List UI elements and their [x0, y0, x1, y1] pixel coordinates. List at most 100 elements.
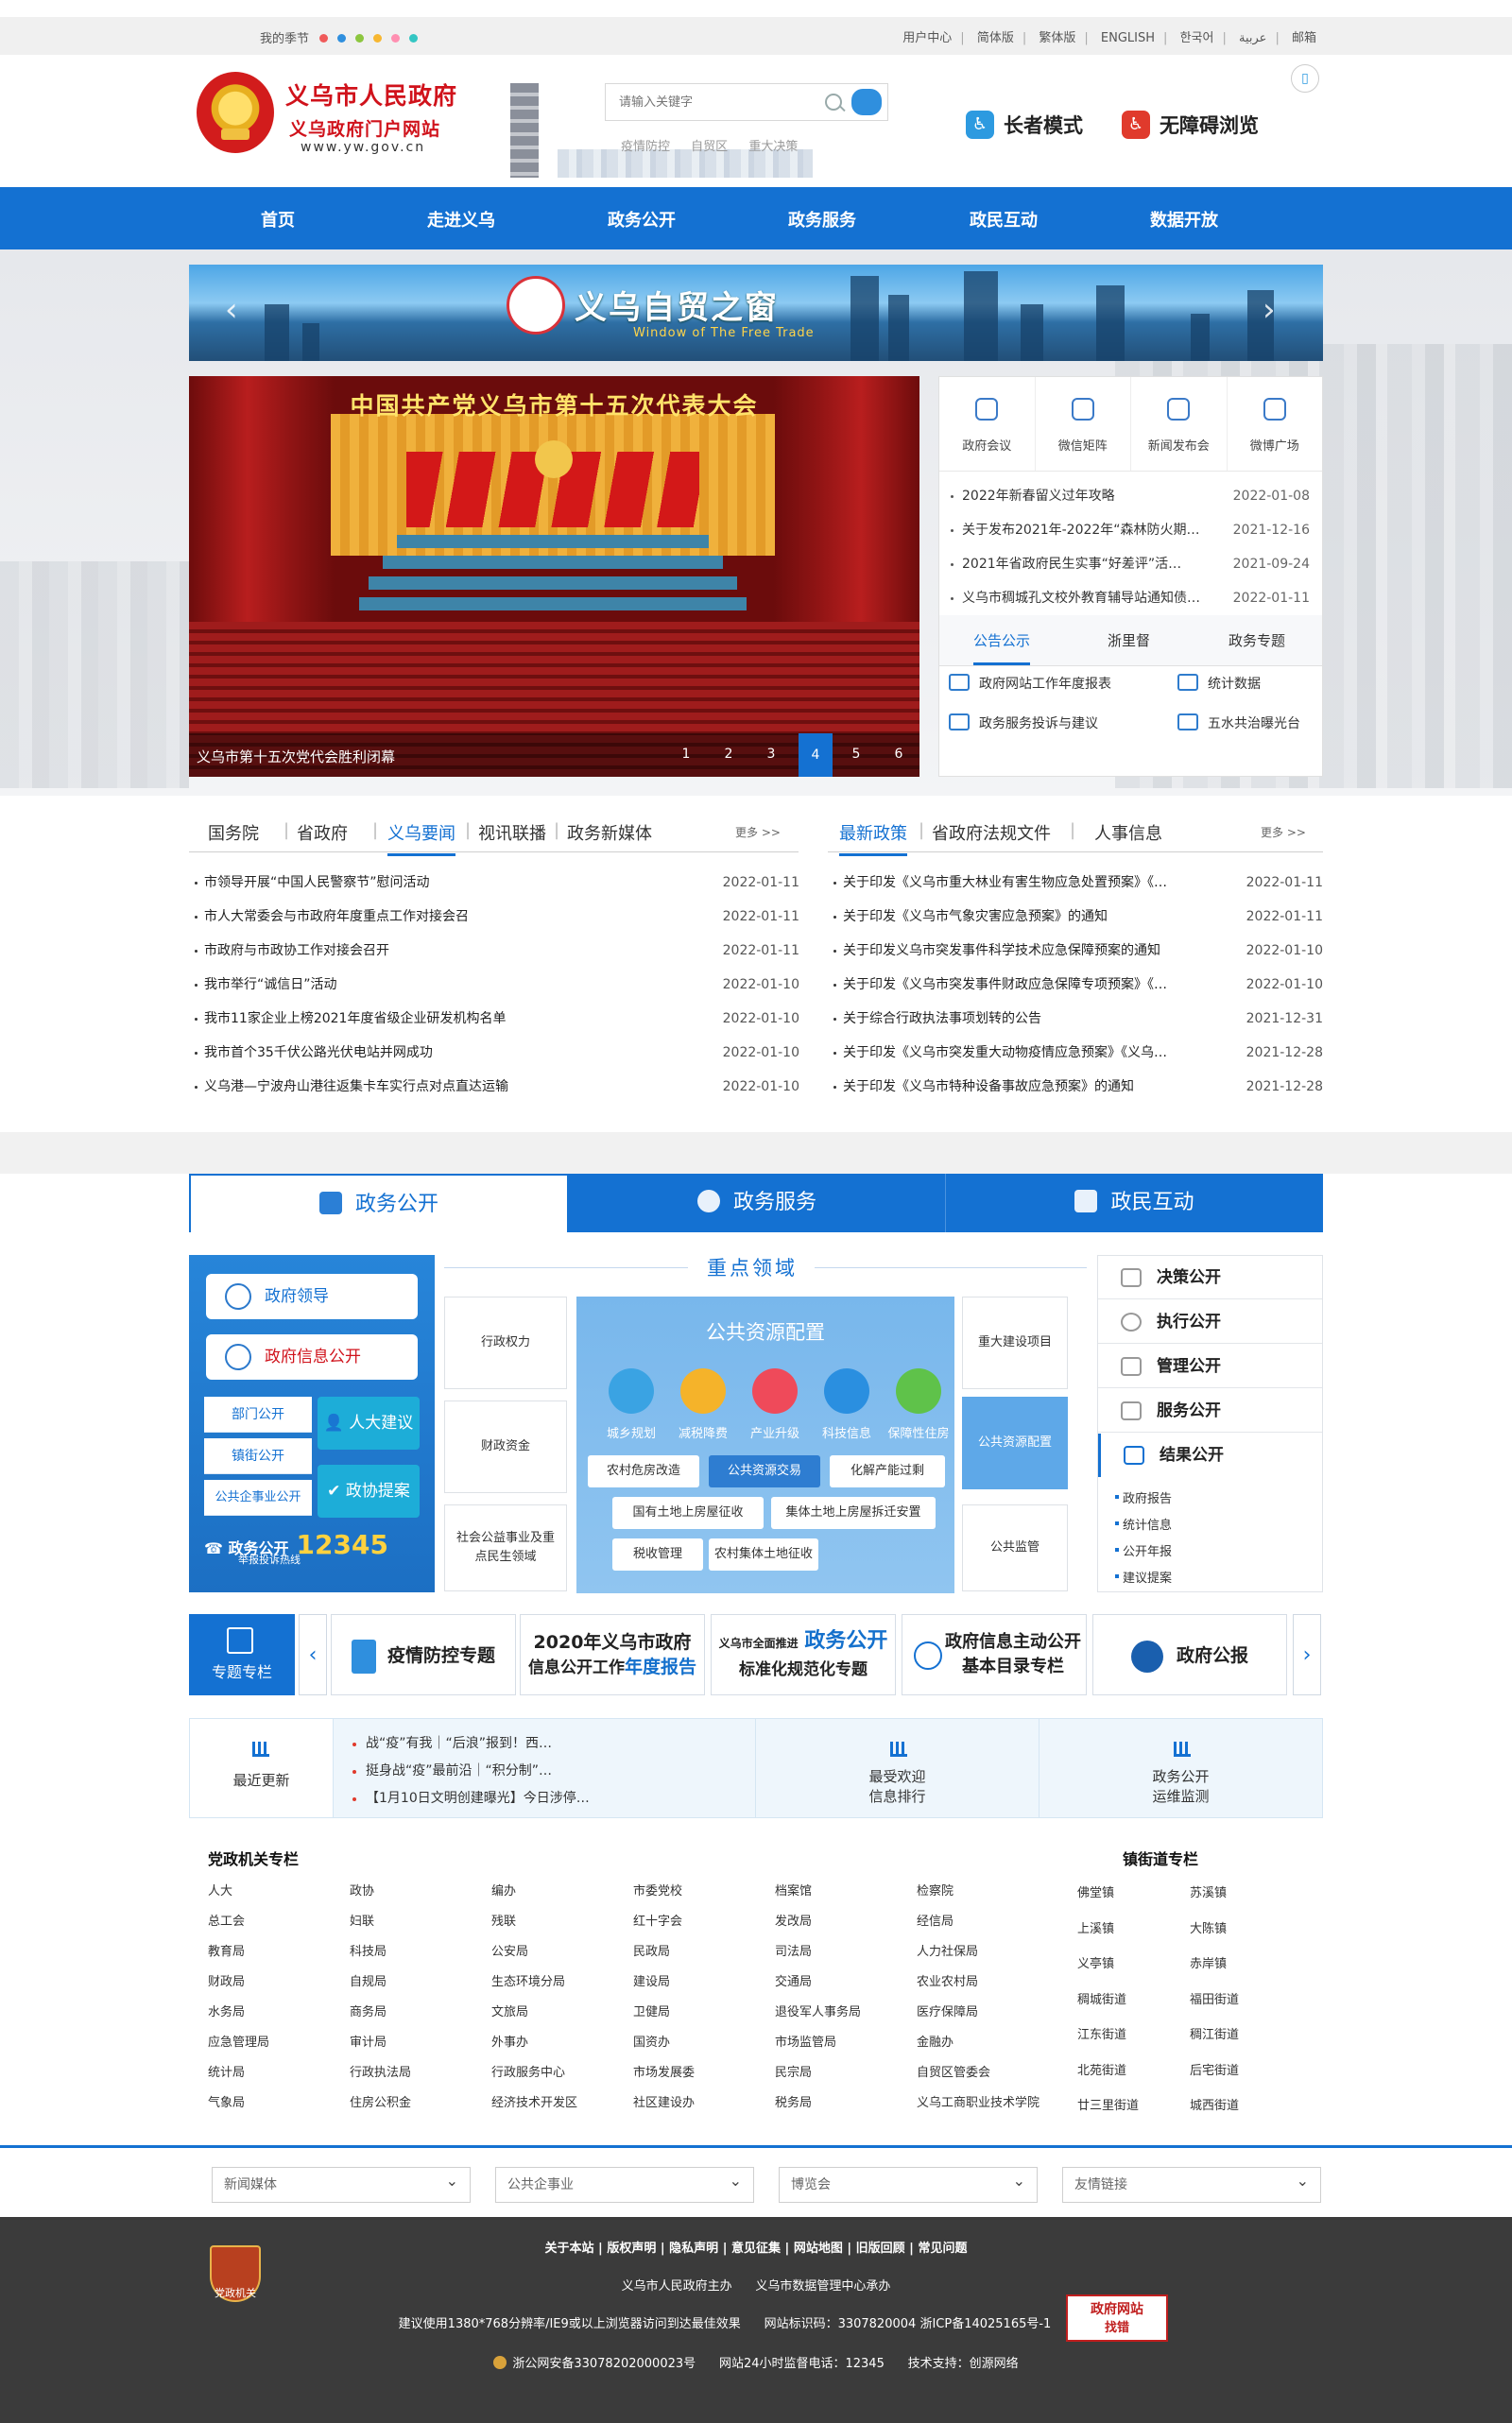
list-item[interactable]: 2022年新春留义过年攻略 2022-01-08 [951, 479, 1310, 513]
friend-links-select[interactable]: 友情链接 [1062, 2164, 1321, 2203]
party-org-link[interactable]: 妇联 [350, 1911, 374, 1929]
town-link[interactable]: 稠城街道 [1077, 1989, 1126, 2007]
tab-zhelidu[interactable]: 浙里督 [1108, 630, 1150, 650]
resource-circle-icon[interactable] [752, 1368, 798, 1414]
list-item[interactable]: 关于印发《义乌市突发事件财政应急保障专项预案》《… 2022-01-10 [833, 968, 1323, 1002]
town-link[interactable]: 大陈镇 [1190, 1918, 1227, 1936]
list-item[interactable]: 关于印发义乌市突发事件科学技术应急保障预案的通知 2022-01-10 [833, 934, 1323, 968]
headline-slideshow[interactable]: 中国共产党义乌市第十五次代表大会 义乌市第十五次党代会胜利闭幕 1 2 3 4 … [189, 376, 919, 777]
user-center-link[interactable]: 用户中心 [902, 31, 952, 45]
list-item[interactable]: 市领导开展“中国人民警察节”慰问活动 2022-01-11 [195, 866, 799, 900]
party-org-link[interactable]: 金融办 [917, 2032, 954, 2050]
season-dot[interactable] [373, 34, 382, 43]
gov-gazette-topic[interactable]: 政府公报 [1092, 1614, 1287, 1695]
hot-word[interactable]: 重大决策 [748, 140, 798, 154]
party-org-link[interactable]: 司法局 [775, 1941, 812, 1959]
party-org-link[interactable]: 水务局 [208, 2002, 245, 2019]
list-item[interactable]: 我市11家企业上榜2021年度省级企业研发机构名单 2022-01-10 [195, 1002, 799, 1036]
enterprise-public-button[interactable]: 公共企事业公开 [204, 1480, 312, 1516]
season-dot[interactable] [319, 34, 328, 43]
annual-report-topic[interactable]: 2020年义乌市政府 信息公开工作年度报告 [520, 1614, 705, 1695]
season-color-dots[interactable] [319, 32, 427, 46]
site-title[interactable]: 义乌市人民政府 [285, 77, 457, 112]
party-org-link[interactable]: 市场监管局 [775, 2032, 836, 2050]
tab-gov-open[interactable]: 政务公开 [189, 1174, 569, 1232]
nav-about-yiwu[interactable]: 走进义乌 [427, 207, 495, 232]
tab-latest-policy[interactable]: 最新政策 [839, 820, 907, 856]
strip-prev-icon[interactable]: ‹ [299, 1614, 327, 1695]
traditional-link[interactable]: 繁体版 [1039, 31, 1075, 45]
tab-province-regulations[interactable]: 省政府法规文件 [932, 820, 1051, 845]
party-org-link[interactable]: 编办 [491, 1881, 516, 1899]
find-error-button[interactable]: 政府网站 找错 [1066, 2294, 1168, 2342]
resource-circle-icon[interactable] [680, 1368, 726, 1414]
banner-next-icon[interactable]: › [1263, 291, 1276, 329]
slide-page-2[interactable]: 2 [714, 747, 743, 762]
accessible-browse-button[interactable]: ♿ 无障碍浏览 [1122, 108, 1259, 142]
resource-tag[interactable]: 农村危房改造 [588, 1455, 699, 1487]
list-item[interactable]: 关于发布2021年-2022年“森林防火期… 2021-12-16 [951, 513, 1310, 547]
tab-state-council[interactable]: 国务院 [208, 820, 259, 845]
proposal-link[interactable]: 建议提案 [1114, 1568, 1172, 1586]
search-input[interactable] [606, 84, 814, 120]
party-org-link[interactable]: 气象局 [208, 2092, 245, 2110]
topic-column-label[interactable]: 专题专栏 [189, 1614, 295, 1695]
tab-interaction[interactable]: 政民互动 [945, 1174, 1323, 1232]
party-org-link[interactable]: 经信局 [917, 1911, 954, 1929]
list-item[interactable]: 关于印发《义乌市重大林业有害生物应急处置预案》《… 2022-01-11 [833, 866, 1323, 900]
list-item[interactable]: 市人大常委会与市政府年度重点工作对接会召 2022-01-11 [195, 900, 799, 934]
service-open-item[interactable]: 服务公开 [1098, 1389, 1322, 1433]
banner-prev-icon[interactable]: ‹ [225, 291, 238, 329]
party-org-link[interactable]: 公安局 [491, 1941, 528, 1959]
english-link[interactable]: ENGLISH [1101, 31, 1155, 45]
list-item[interactable]: 挺身战“疫”最前沿｜“积分制”… [352, 1758, 590, 1785]
town-public-button[interactable]: 镇街公开 [204, 1438, 312, 1474]
statistics-link[interactable]: 统计数据 [1177, 674, 1261, 693]
party-org-link[interactable]: 义乌工商职业技术学院 [917, 2092, 1040, 2110]
footer-link[interactable]: 旧版回顾 [856, 2242, 905, 2256]
party-org-link[interactable]: 税务局 [775, 2092, 812, 2110]
party-org-link[interactable]: 生态环境分局 [491, 1971, 565, 1989]
slide-page-6[interactable]: 6 [885, 747, 913, 762]
tab-new-media[interactable]: 政务新媒体 [567, 820, 652, 845]
list-item[interactable]: 义乌港—宁波舟山港往返集卡车实行点对点直达运输 2022-01-10 [195, 1070, 799, 1104]
search-icon[interactable] [825, 94, 842, 111]
mail-link[interactable]: 邮箱 [1292, 31, 1316, 45]
directory-topic[interactable]: 政府信息主动公开 基本目录专栏 [902, 1614, 1087, 1695]
slide-page-3[interactable]: 3 [757, 747, 785, 762]
footer-link[interactable]: 版权声明 [607, 2242, 656, 2256]
result-open-item[interactable]: 结果公开 [1098, 1434, 1322, 1477]
party-org-link[interactable]: 发改局 [775, 1911, 812, 1929]
nav-interaction[interactable]: 政民互动 [970, 207, 1038, 232]
tab-province[interactable]: 省政府 [297, 820, 348, 845]
public-resource-box[interactable]: 公共资源配置 [962, 1397, 1068, 1489]
list-item[interactable]: 我市举行“诚信日”活动 2022-01-10 [195, 968, 799, 1002]
party-org-link[interactable]: 审计局 [350, 2032, 387, 2050]
list-item[interactable]: 关于印发《义乌市突发重大动物疫情应急预案》《义乌… 2021-12-28 [833, 1036, 1323, 1070]
nav-gov-open[interactable]: 政务公开 [608, 207, 676, 232]
party-org-link[interactable]: 科技局 [350, 1941, 387, 1959]
slide-page-1[interactable]: 1 [672, 747, 700, 762]
party-org-link[interactable]: 市场发展委 [633, 2062, 695, 2080]
party-org-link[interactable]: 自规局 [350, 1971, 387, 1989]
party-org-link[interactable]: 残联 [491, 1911, 516, 1929]
tab-announcement[interactable]: 公告公示 [973, 630, 1031, 665]
resource-tag[interactable]: 集体土地上房屋拆迁安置 [771, 1497, 936, 1529]
party-org-link[interactable]: 建设局 [633, 1971, 670, 1989]
party-org-link[interactable]: 自贸区管委会 [917, 2062, 990, 2080]
party-org-link[interactable]: 农业农村局 [917, 1971, 978, 1989]
press-conference-link[interactable]: 新闻发布会 [1131, 377, 1228, 471]
mobile-icon[interactable]: ▯ [1291, 64, 1319, 93]
resource-circle-label[interactable]: 减税降费 [665, 1423, 741, 1441]
dept-public-button[interactable]: 部门公开 [204, 1397, 312, 1433]
npc-suggestion-button[interactable]: 👤 人大建议 [318, 1397, 420, 1450]
party-org-link[interactable]: 人大 [208, 1881, 232, 1899]
season-dot[interactable] [409, 34, 418, 43]
footer-link[interactable]: 网站地图 [794, 2242, 843, 2256]
weibo-square-link[interactable]: 微博广场 [1228, 377, 1323, 471]
free-trade-banner[interactable]: 义乌自贸之窗 Window of The Free Trade ‹ › [189, 265, 1323, 361]
cppcc-proposal-button[interactable]: ✔ 政协提案 [318, 1465, 420, 1518]
season-dot[interactable] [355, 34, 364, 43]
season-dot[interactable] [391, 34, 400, 43]
town-link[interactable]: 上溪镇 [1077, 1918, 1114, 1936]
